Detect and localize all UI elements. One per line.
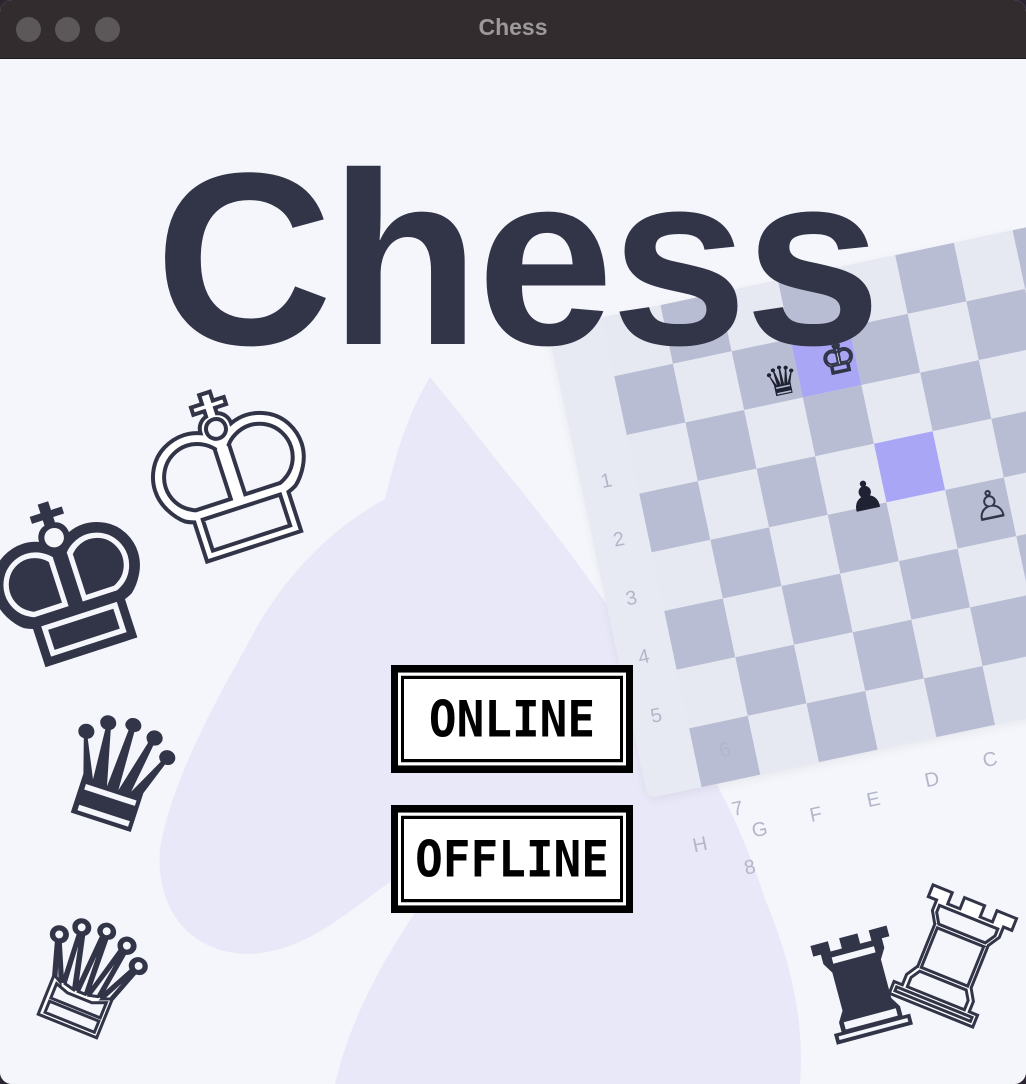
online-button[interactable]: ONLINE xyxy=(391,665,633,773)
rank-label: 2 xyxy=(611,527,627,552)
main-menu-screen: 1 2 3 4 5 6 7 8 ♛ ♔ ♟ ♙ H G F E D C Ches… xyxy=(0,59,1026,1084)
window-title: Chess xyxy=(478,14,548,40)
app-window: Chess 1 2 3 4 5 6 7 8 ♛ ♔ ♟ ♙ H G F E D … xyxy=(0,0,1026,1084)
rank-label: 3 xyxy=(623,586,640,611)
title-bar: Chess xyxy=(0,0,1026,59)
rank-label: 4 xyxy=(636,645,652,670)
rank-label: 5 xyxy=(648,704,665,728)
offline-button[interactable]: OFFLINE xyxy=(391,805,633,913)
rank-label: 1 xyxy=(598,469,615,494)
